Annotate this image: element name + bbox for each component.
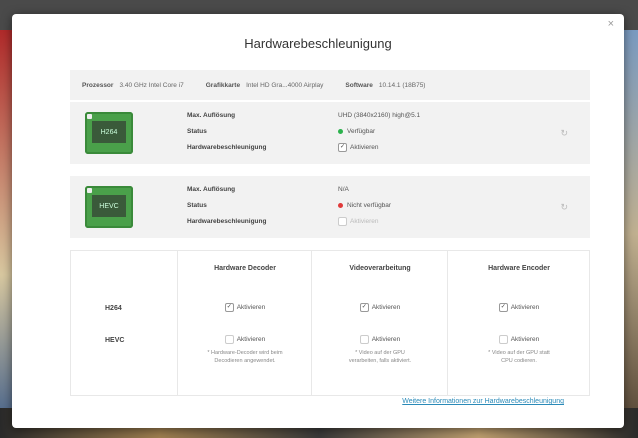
hw-acceleration-toggle[interactable]: Aktivieren [338,217,379,226]
checkbox-unchecked-icon[interactable] [224,335,234,344]
hw-acceleration-toggle[interactable]: ✓ Aktivieren [338,143,379,152]
column-hardware-encoder: Hardware Encoder ✓ Aktivieren Aktivieren… [447,251,590,395]
column-note: * Video auf der GPU statt CPU codieren. [448,349,590,365]
dialog-title: Hardwarebeschleunigung [244,36,392,51]
column-header: Videoverarbeitung [349,265,411,272]
processing-h264-toggle[interactable]: ✓ Aktivieren [312,303,448,312]
hw-acceleration-label: Hardwarebeschleunigung [187,144,267,151]
resolution-value: UHD (3840x2160) high@5.1 [338,112,421,119]
hw-acceleration-label: Hardwarebeschleunigung [187,218,267,225]
row-label-hevc: HEVC [105,337,125,344]
processor-label: Prozessor [82,81,114,89]
column-note: * Hardware-Decoder wird beim Decodieren … [178,349,312,365]
toggle-label: Aktivieren [236,336,266,343]
note-line: Decodieren angewendet. [214,358,276,364]
status-value-row: Verfügbar [338,128,375,135]
toggle-label: Aktivieren [510,336,540,343]
status-value-row: Nicht verfügbar [338,202,391,209]
chip-icon: H264 [85,112,133,154]
processing-hevc-toggle[interactable]: Aktivieren [312,335,448,344]
software-value: 10.14.1 (18B75) [378,81,426,89]
resolution-label: Max. Auflösung [187,112,236,119]
graphics-value: Intel HD Gra...4000 Airplay [246,81,324,89]
hw-acceleration-value: Aktivieren [350,218,379,225]
hardware-acceleration-dialog: × Hardwarebeschleunigung Prozessor 3.40 G… [12,14,624,428]
column-note: * Video auf der GPU verarbeiten, falls a… [312,349,448,365]
encoder-hevc-toggle[interactable]: Aktivieren [448,335,590,344]
note-line: * Hardware-Decoder wird beim [207,350,283,356]
resolution-value: N/A [338,186,349,193]
checkbox-checked-icon[interactable]: ✓ [338,143,347,152]
status-dot-icon [338,129,343,134]
status-value: Nicht verfügbar [347,202,392,209]
column-video-processing: Videoverarbeitung ✓ Aktivieren Aktiviere… [311,251,448,395]
row-label-h264: H264 [105,305,122,312]
note-line: * Video auf der GPU statt [488,350,550,356]
codec-card-hevc: HEVC Max. Auflösung Status Hardwarebesch… [70,176,590,238]
graphics-label: Grafikkarte [205,81,241,89]
close-icon[interactable]: × [608,18,614,30]
status-label: Status [187,128,207,135]
hw-acceleration-value: Aktivieren [350,144,379,151]
capability-table: H264 HEVC Hardware Decoder ✓ Aktivieren … [70,250,590,396]
system-info-bar: Prozessor 3.40 GHz Intel Core i7 Grafikka… [70,70,590,100]
processor-value: 3.40 GHz Intel Core i7 [119,81,184,89]
status-value: Verfügbar [347,128,376,135]
checkbox-checked-icon[interactable]: ✓ [359,303,369,312]
checkbox-unchecked-icon[interactable] [359,335,369,344]
toggle-label: Aktivieren [371,304,401,311]
more-info-link[interactable]: Weitere Informationen zur Hardwarebeschl… [402,398,564,405]
chip-icon: HEVC [85,186,133,228]
status-dot-icon [338,203,343,208]
column-header: Hardware Encoder [488,265,550,272]
resolution-label: Max. Auflösung [187,186,236,193]
codec-card-h264: H264 Max. Auflösung Status Hardwarebesch… [70,102,590,164]
chip-label: HEVC [92,195,126,217]
checkbox-checked-icon[interactable]: ✓ [224,303,234,312]
note-line: CPU codieren. [501,358,537,364]
note-line: * Video auf der GPU [355,350,405,356]
checkbox-unchecked-icon[interactable] [498,335,508,344]
checkbox-unchecked-icon[interactable] [338,217,347,226]
column-header: Hardware Decoder [214,265,276,272]
toggle-label: Aktivieren [371,336,401,343]
chip-label: H264 [92,121,126,143]
checkbox-checked-icon[interactable]: ✓ [498,303,508,312]
toggle-label: Aktivieren [510,304,540,311]
note-line: verarbeiten, falls aktiviert. [348,358,412,364]
encoder-h264-toggle[interactable]: ✓ Aktivieren [448,303,590,312]
refresh-icon[interactable]: ↻ [560,202,568,213]
column-hardware-decoder: Hardware Decoder ✓ Aktivieren Aktivieren… [177,251,312,395]
status-label: Status [187,202,207,209]
software-label: Software [345,81,373,89]
toggle-label: Aktivieren [236,304,266,311]
decoder-h264-toggle[interactable]: ✓ Aktivieren [178,303,312,312]
refresh-icon[interactable]: ↻ [560,128,568,139]
decoder-hevc-toggle[interactable]: Aktivieren [178,335,312,344]
